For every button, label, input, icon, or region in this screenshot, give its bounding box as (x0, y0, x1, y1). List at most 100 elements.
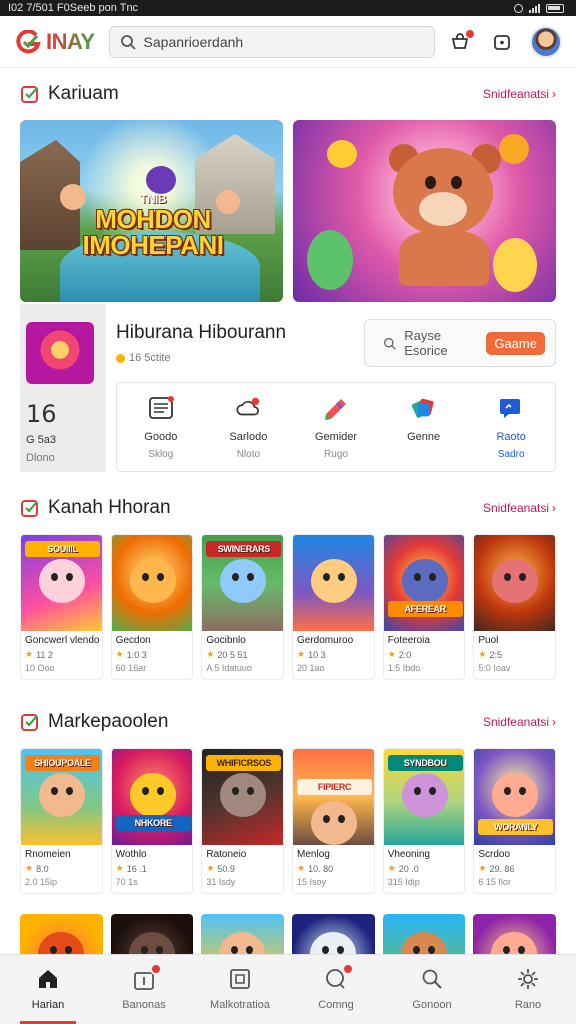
cart-button[interactable] (446, 28, 475, 56)
game-character (311, 559, 358, 603)
featured-app-details: Hiburana Hibourann 16 5ctite Rayse Esori… (106, 304, 556, 472)
game-meta: ★ 11 2 (21, 646, 102, 660)
game-thumbnail: SWINERARS (202, 535, 284, 631)
pencil-icon (323, 395, 349, 421)
category-sub: Rugo (324, 449, 348, 460)
game-thumbnail: NHKORE (111, 749, 193, 845)
list-icon (148, 395, 174, 421)
game-banner-text: WORANLY (478, 819, 554, 835)
nav-label: Rano (514, 999, 542, 1011)
featured-app-name[interactable]: Hiburana Hibourann (116, 322, 286, 344)
game-tile[interactable] (292, 914, 375, 954)
star-icon: ★ (387, 649, 396, 659)
avatar[interactable] (530, 25, 562, 58)
featured-app-icon[interactable] (26, 322, 94, 384)
game-tile[interactable] (110, 914, 194, 954)
game-rating: 10 3 (308, 649, 326, 660)
game-thumbnail: FIPIERC (293, 749, 374, 845)
game-character (219, 932, 266, 954)
star-icon: ★ (115, 863, 124, 873)
game-button[interactable]: Gaame (486, 331, 545, 355)
hero-banner-adventure[interactable]: TNIB MOHDON IMOHEPANI (20, 120, 283, 302)
see-all-link[interactable]: Snidfeanatsi › (483, 87, 556, 101)
featured-stat-b: Dlono (26, 452, 55, 464)
featured-search-box[interactable]: Rayse Esorice Gaame (364, 319, 556, 367)
game-tile[interactable]: AFEREAR Foteeroia ★ 2:0 1:5 Ibdo (382, 534, 466, 680)
hero-banner-title-line2: IMOHEPANI (82, 230, 224, 260)
game-tile[interactable]: SOUIIIL Goncwerl vlendo ★ 11 2 10 Ooo (20, 534, 103, 680)
game-title: Gocibnlo (206, 635, 246, 646)
nav-chat[interactable]: Comng (288, 955, 384, 1024)
game-character (492, 773, 539, 817)
game-tile[interactable]: Gerdomuroo ★ 10 3 20 1ao (292, 534, 375, 680)
see-all-label: Snidfeanatsi (482, 87, 549, 101)
category-item[interactable]: Raoto Sadro (467, 383, 555, 471)
game-tile[interactable]: NHKORE Wothlo ★ 16 .1 70 1s (110, 748, 194, 894)
nav-settings[interactable]: Rano (480, 955, 576, 1024)
game-character (401, 773, 448, 817)
game-title: Wothlo (115, 849, 147, 860)
bottom-nav: Harian Banonas Malkotratioa Comng Gonoon… (0, 954, 576, 1024)
hero-banner-title: TNIB MOHDON IMOHEPANI (48, 192, 258, 258)
section-title: Markepaoolen (48, 711, 169, 732)
game-thumbnail (201, 914, 285, 954)
game-meta-secondary: 6 15 Ilor (478, 877, 511, 887)
game-tile[interactable]: SWINERARS Gocibnlo ★ 20 5 51 A 5 Idatuuo (201, 534, 285, 680)
game-meta: ★ 20 5 51 (202, 646, 283, 660)
app-logo[interactable]: INAY (14, 29, 95, 55)
nav-home[interactable]: Harian (0, 955, 96, 1024)
game-title: Goncwerl vlendo (25, 635, 100, 646)
nav-label: Gonoon (412, 999, 452, 1011)
game-tile[interactable]: SYNDBOU Vheoning ★ 20 .0 315 Idip (382, 748, 466, 894)
game-thumbnail: SYNDBOU (383, 749, 465, 845)
category-item[interactable]: Gemider Rugo (292, 383, 380, 471)
nav-bonus[interactable]: Banonas (96, 955, 192, 1024)
search-icon (383, 337, 396, 350)
game-thumbnail: WHIFICRSOS (202, 749, 284, 845)
category-item[interactable]: Genne (380, 383, 468, 471)
game-meta-secondary: 1:5 Ibdo (387, 663, 421, 673)
cloud-icon (235, 395, 261, 421)
star-icon: ★ (387, 863, 396, 873)
search-bar[interactable] (108, 25, 435, 58)
chevron-right-icon: › (552, 501, 556, 515)
category-item[interactable]: Goodo Sklog (117, 383, 205, 471)
game-character (128, 932, 175, 954)
header-actions (446, 25, 562, 58)
see-all-link[interactable]: Snidfeanatsi › (483, 715, 556, 729)
game-tile[interactable]: SHIOUPOALE Rnomeien ★ 8.0 2.0 15ip (20, 748, 103, 894)
game-tile[interactable] (473, 914, 557, 954)
category-label: Genne (407, 431, 441, 443)
nav-badge (150, 963, 162, 975)
game-tile[interactable] (20, 914, 103, 954)
category-sub: Sklog (148, 449, 174, 460)
game-character (39, 559, 85, 603)
game-meta-secondary: 10 Ooo (25, 663, 55, 673)
game-tile[interactable]: WORANLY Scrdoo ★ 29. 86 6 15 Ilor (473, 748, 557, 894)
nav-market[interactable]: Malkotratioa (192, 955, 288, 1024)
game-grid: SHIOUPOALE Rnomeien ★ 8.0 2.0 15ip NHKORE… (20, 748, 557, 894)
section-header: Markepaoolen Snidfeanatsi › (20, 696, 556, 748)
nav-label: Harian (31, 999, 65, 1011)
game-tile[interactable] (201, 914, 285, 954)
hero-banner-bear[interactable] (293, 120, 556, 302)
game-tile[interactable]: WHIFICRSOS Ratoneio ★ 50.9 31 Isdy (201, 748, 285, 894)
search-input[interactable] (143, 33, 404, 50)
notification-button[interactable] (488, 28, 516, 56)
game-tile[interactable]: FIPIERC Menlog ★ 10. 80 15 Isoy (292, 748, 375, 894)
see-all-link[interactable]: Snidfeanatsi › (483, 501, 556, 515)
nav-search[interactable]: Gonoon (384, 955, 480, 1024)
game-tile[interactable] (382, 914, 466, 954)
category-row: Goodo Sklog Sarlodo Nloto Gemider Rugo G… (116, 382, 556, 472)
game-character (39, 773, 85, 817)
game-tile[interactable]: Puol ★ 2:5 5:0 Ioav (473, 534, 557, 680)
nav-label: Comng (318, 999, 354, 1011)
coin-icon (116, 353, 125, 363)
game-banner-text: SOUIIIL (25, 541, 100, 557)
star-icon: ★ (478, 863, 487, 873)
game-tile[interactable]: Gecdon ★ 1:0 3 60 16ar (110, 534, 194, 680)
game-rating: 2:0 (398, 649, 412, 660)
game-grid: SOUIIIL Goncwerl vlendo ★ 11 2 10 Ooo Gec… (20, 534, 557, 680)
category-item[interactable]: Sarlodo Nloto (205, 383, 293, 471)
game-meta-secondary: 70 1s (115, 877, 138, 887)
